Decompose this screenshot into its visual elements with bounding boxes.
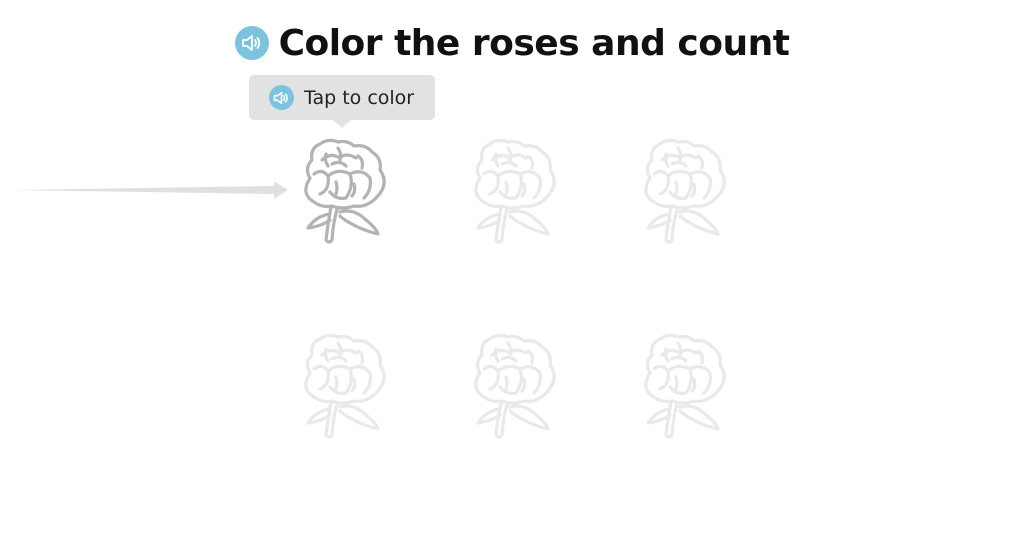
speaker-icon xyxy=(273,91,288,104)
page-title: Color the roses and count xyxy=(278,22,790,64)
rose-6[interactable] xyxy=(632,329,732,441)
activity-stage: Color the roses and count Tap to color xyxy=(0,0,1024,560)
rose-3[interactable] xyxy=(632,134,732,246)
rose-icon xyxy=(644,333,726,439)
rose-4[interactable] xyxy=(292,329,392,441)
speaker-icon xyxy=(241,35,260,51)
rose-icon xyxy=(304,333,386,439)
rose-icon xyxy=(474,138,556,244)
rose-2[interactable] xyxy=(462,134,562,246)
pointer-arrow-icon xyxy=(8,181,288,199)
rose-5[interactable] xyxy=(462,329,562,441)
rose-icon xyxy=(644,138,726,244)
title-speaker-button[interactable] xyxy=(234,26,269,60)
rose-icon xyxy=(474,333,556,439)
tap-to-color-tooltip: Tap to color xyxy=(249,75,435,128)
header: Color the roses and count xyxy=(0,18,1024,68)
tooltip-label: Tap to color xyxy=(304,86,415,109)
hint-speaker-button[interactable] xyxy=(269,85,294,110)
rose-1[interactable] xyxy=(292,134,392,246)
rose-icon xyxy=(304,138,386,244)
